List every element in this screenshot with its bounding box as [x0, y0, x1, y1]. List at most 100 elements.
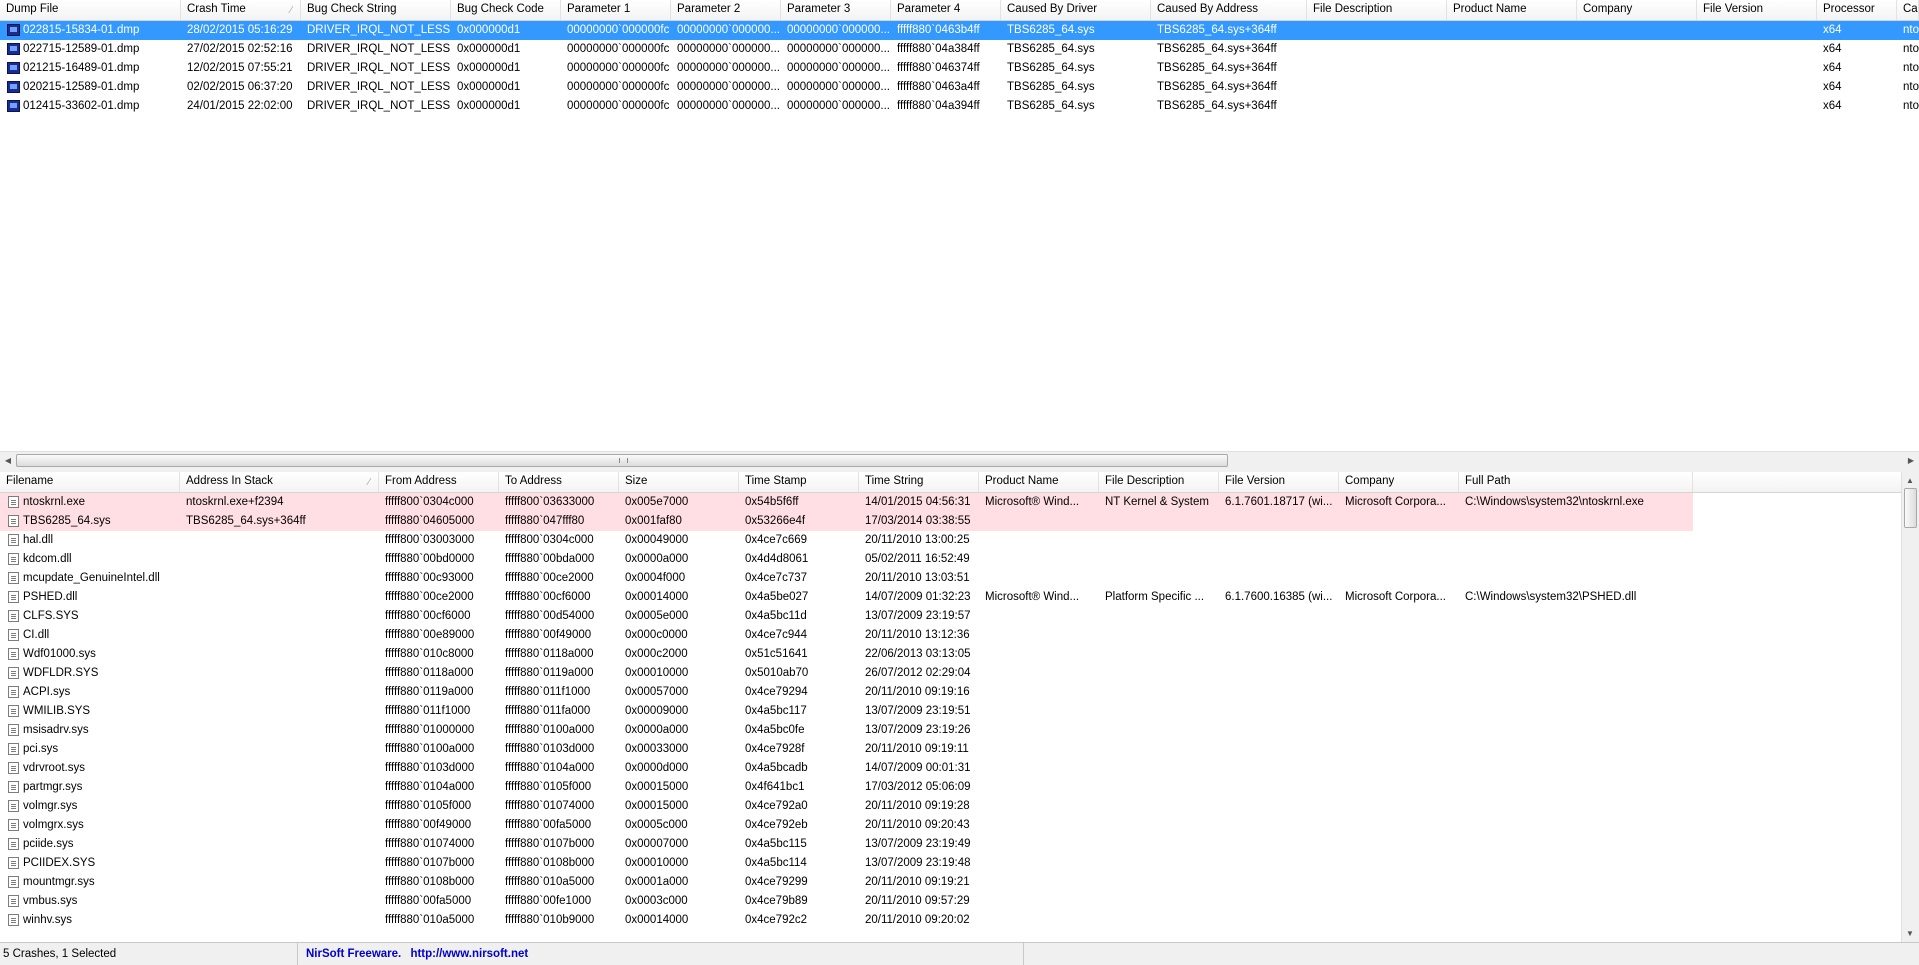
cell-full-path: [1459, 626, 1693, 645]
scroll-right-arrow-icon[interactable]: ▶: [1903, 452, 1919, 469]
column-header-label: Caused By Address: [1157, 3, 1259, 15]
column-header-bug-check-string[interactable]: Bug Check String: [301, 0, 451, 20]
table-row[interactable]: kdcom.dll fffff880`00bd0000 fffff880`00bda…: [0, 550, 1919, 569]
cell-address-in-stack: TBS6285_64.sys+364ff: [186, 515, 306, 527]
column-header-parameter-3[interactable]: Parameter 3: [781, 0, 891, 20]
cell-address-in-stack: [180, 588, 379, 607]
cell-address-in-stack: [180, 759, 379, 778]
table-row[interactable]: 021215-16489-01.dmp 12/02/2015 07:55:21 DR…: [0, 59, 1919, 78]
table-row[interactable]: WDFLDR.SYS fffff880`0118a000 fffff880`0119…: [0, 664, 1919, 683]
table-row[interactable]: vdrvroot.sys fffff880`0103d000 fffff880`01…: [0, 759, 1919, 778]
table-row[interactable]: 022815-15834-01.dmp 28/02/2015 05:16:29 DR…: [0, 21, 1919, 40]
cell-time-stamp: 0x4ce79294: [745, 686, 808, 698]
table-row[interactable]: ACPI.sys fffff880`0119a000 fffff880`011f10…: [0, 683, 1919, 702]
status-empty: [1024, 943, 1919, 965]
table-row[interactable]: 020215-12589-01.dmp 02/02/2015 06:37:20 DR…: [0, 78, 1919, 97]
table-row[interactable]: hal.dll fffff800`03003000 fffff800`0304c00…: [0, 531, 1919, 550]
column-header-from-address[interactable]: From Address: [379, 472, 499, 492]
column-header-address-in-stack[interactable]: Address In Stack ⁄: [180, 472, 379, 492]
column-header-caused-by-driver[interactable]: Caused By Driver: [1001, 0, 1151, 20]
table-row[interactable]: CLFS.SYS fffff880`00cf6000 fffff880`00d540…: [0, 607, 1919, 626]
cell-time-stamp: 0x54b5f6ff: [745, 496, 799, 508]
column-header-to-address[interactable]: To Address: [499, 472, 619, 492]
column-header-bug-check-code[interactable]: Bug Check Code: [451, 0, 561, 20]
column-header-file-version[interactable]: File Version: [1697, 0, 1817, 20]
cell-time-string: 20/11/2010 09:57:29: [865, 895, 970, 907]
table-row[interactable]: pci.sys fffff880`0100a000 fffff880`0103d00…: [0, 740, 1919, 759]
column-header-product-name[interactable]: Product Name: [1447, 0, 1577, 20]
cell-company: [1339, 645, 1459, 664]
cell-time-stamp: 0x4a5bc11d: [745, 610, 807, 622]
crash-list-horizontal-scrollbar[interactable]: ◀ ▶: [0, 451, 1919, 469]
table-row[interactable]: CI.dll fffff880`00e89000 fffff880`00f49000…: [0, 626, 1919, 645]
column-header-size[interactable]: Size: [619, 472, 739, 492]
column-header-processor[interactable]: Processor: [1817, 0, 1897, 20]
table-row[interactable]: WMILIB.SYS fffff880`011f1000 fffff880`011f…: [0, 702, 1919, 721]
cell-parameter-2: 00000000`000000...: [677, 81, 780, 93]
table-row[interactable]: mountmgr.sys fffff880`0108b000 fffff880`01…: [0, 873, 1919, 892]
column-header-caused-by-address[interactable]: Caused By Address: [1151, 0, 1307, 20]
cell-file-version: [1219, 816, 1339, 835]
vertical-scroll-thumb[interactable]: [1904, 488, 1917, 528]
table-row[interactable]: mcupdate_GenuineIntel.dll fffff880`00c930…: [0, 569, 1919, 588]
table-row[interactable]: volmgrx.sys fffff880`00f49000 fffff880`00f…: [0, 816, 1919, 835]
scroll-down-arrow-icon[interactable]: ▼: [1902, 925, 1918, 942]
cell-full-path: [1459, 778, 1693, 797]
cell-filename: CI.dll: [23, 629, 50, 641]
cell-size: 0x0003c000: [625, 895, 688, 907]
column-header-company[interactable]: Company: [1577, 0, 1697, 20]
cell-time-stamp: 0x4a5bc117: [745, 705, 807, 717]
table-row[interactable]: ntoskrnl.exe ntoskrnl.exe+f2394 fffff800`0…: [0, 493, 1693, 512]
cell-address-in-stack: [180, 702, 379, 721]
column-header-product-name[interactable]: Product Name: [979, 472, 1099, 492]
column-header-full-path[interactable]: Full Path: [1459, 472, 1693, 492]
column-header-time-string[interactable]: Time String: [859, 472, 979, 492]
cell-from-address: fffff880`0105f000: [385, 800, 472, 812]
table-row[interactable]: winhv.sys fffff880`010a5000 fffff880`010b9…: [0, 911, 1919, 930]
driver-list-vertical-scrollbar[interactable]: ▲ ▼: [1901, 472, 1919, 942]
column-header-parameter-1[interactable]: Parameter 1: [561, 0, 671, 20]
table-row[interactable]: pciide.sys fffff880`01074000 fffff880`0107…: [0, 835, 1919, 854]
table-row[interactable]: Wdf01000.sys fffff880`010c8000 fffff880`01…: [0, 645, 1919, 664]
horizontal-scroll-thumb[interactable]: [16, 454, 1228, 467]
cell-size: 0x00033000: [625, 743, 689, 755]
cell-to-address: fffff800`0304c000: [505, 534, 594, 546]
cell-product-name: [979, 683, 1099, 702]
column-header-time-stamp[interactable]: Time Stamp: [739, 472, 859, 492]
cell-crash-time: 02/02/2015 06:37:20: [187, 81, 293, 93]
table-row[interactable]: volmgr.sys fffff880`0105f000 fffff880`0107…: [0, 797, 1919, 816]
nirsoft-url-link[interactable]: http://www.nirsoft.net: [410, 948, 528, 960]
column-header-file-version[interactable]: File Version: [1219, 472, 1339, 492]
table-row[interactable]: 022715-12589-01.dmp 27/02/2015 02:52:16 DR…: [0, 40, 1919, 59]
table-row[interactable]: 012415-33602-01.dmp 24/01/2015 22:02:00 DR…: [0, 97, 1919, 116]
table-row[interactable]: TBS6285_64.sys TBS6285_64.sys+364ff fffff8…: [0, 512, 1693, 531]
cell-dump-file: 022815-15834-01.dmp: [23, 24, 140, 36]
cell-parameter-3: 00000000`000000...: [787, 62, 890, 74]
cell-company: [1577, 59, 1697, 78]
column-header-dump-file[interactable]: Dump File: [0, 0, 181, 20]
column-header-ca[interactable]: Ca: [1897, 0, 1919, 20]
cell-parameter-4: fffff880`0463b4ff: [897, 24, 980, 36]
cell-file-description: [1099, 626, 1219, 645]
column-header-file-description[interactable]: File Description: [1307, 0, 1447, 20]
scroll-left-arrow-icon[interactable]: ◀: [0, 452, 16, 469]
cell-file-version: [1219, 607, 1339, 626]
cell-address-in-stack: [180, 873, 379, 892]
column-header-filename[interactable]: Filename: [0, 472, 180, 492]
column-header-file-description[interactable]: File Description: [1099, 472, 1219, 492]
table-row[interactable]: msisadrv.sys fffff880`01000000 fffff880`01…: [0, 721, 1919, 740]
column-header-parameter-2[interactable]: Parameter 2: [671, 0, 781, 20]
column-header-company[interactable]: Company: [1339, 472, 1459, 492]
cell-size: 0x0005e000: [625, 610, 689, 622]
scroll-up-arrow-icon[interactable]: ▲: [1902, 472, 1918, 489]
table-row[interactable]: PCIIDEX.SYS fffff880`0107b000 fffff880`010…: [0, 854, 1919, 873]
table-row[interactable]: PSHED.dll fffff880`00ce2000 fffff880`00cf6…: [0, 588, 1919, 607]
table-row[interactable]: partmgr.sys fffff880`0104a000 fffff880`010…: [0, 778, 1919, 797]
table-row[interactable]: vmbus.sys fffff880`00fa5000 fffff880`00fe1…: [0, 892, 1919, 911]
column-header-label: Address In Stack: [186, 475, 273, 487]
column-header-crash-time[interactable]: Crash Time ⁄: [181, 0, 301, 20]
cell-file-version: [1219, 626, 1339, 645]
column-header-parameter-4[interactable]: Parameter 4: [891, 0, 1001, 20]
cell-parameter-4: fffff880`04a384ff: [897, 43, 980, 55]
driver-list-pane: Filename Address In Stack ⁄ From Address To …: [0, 472, 1919, 942]
